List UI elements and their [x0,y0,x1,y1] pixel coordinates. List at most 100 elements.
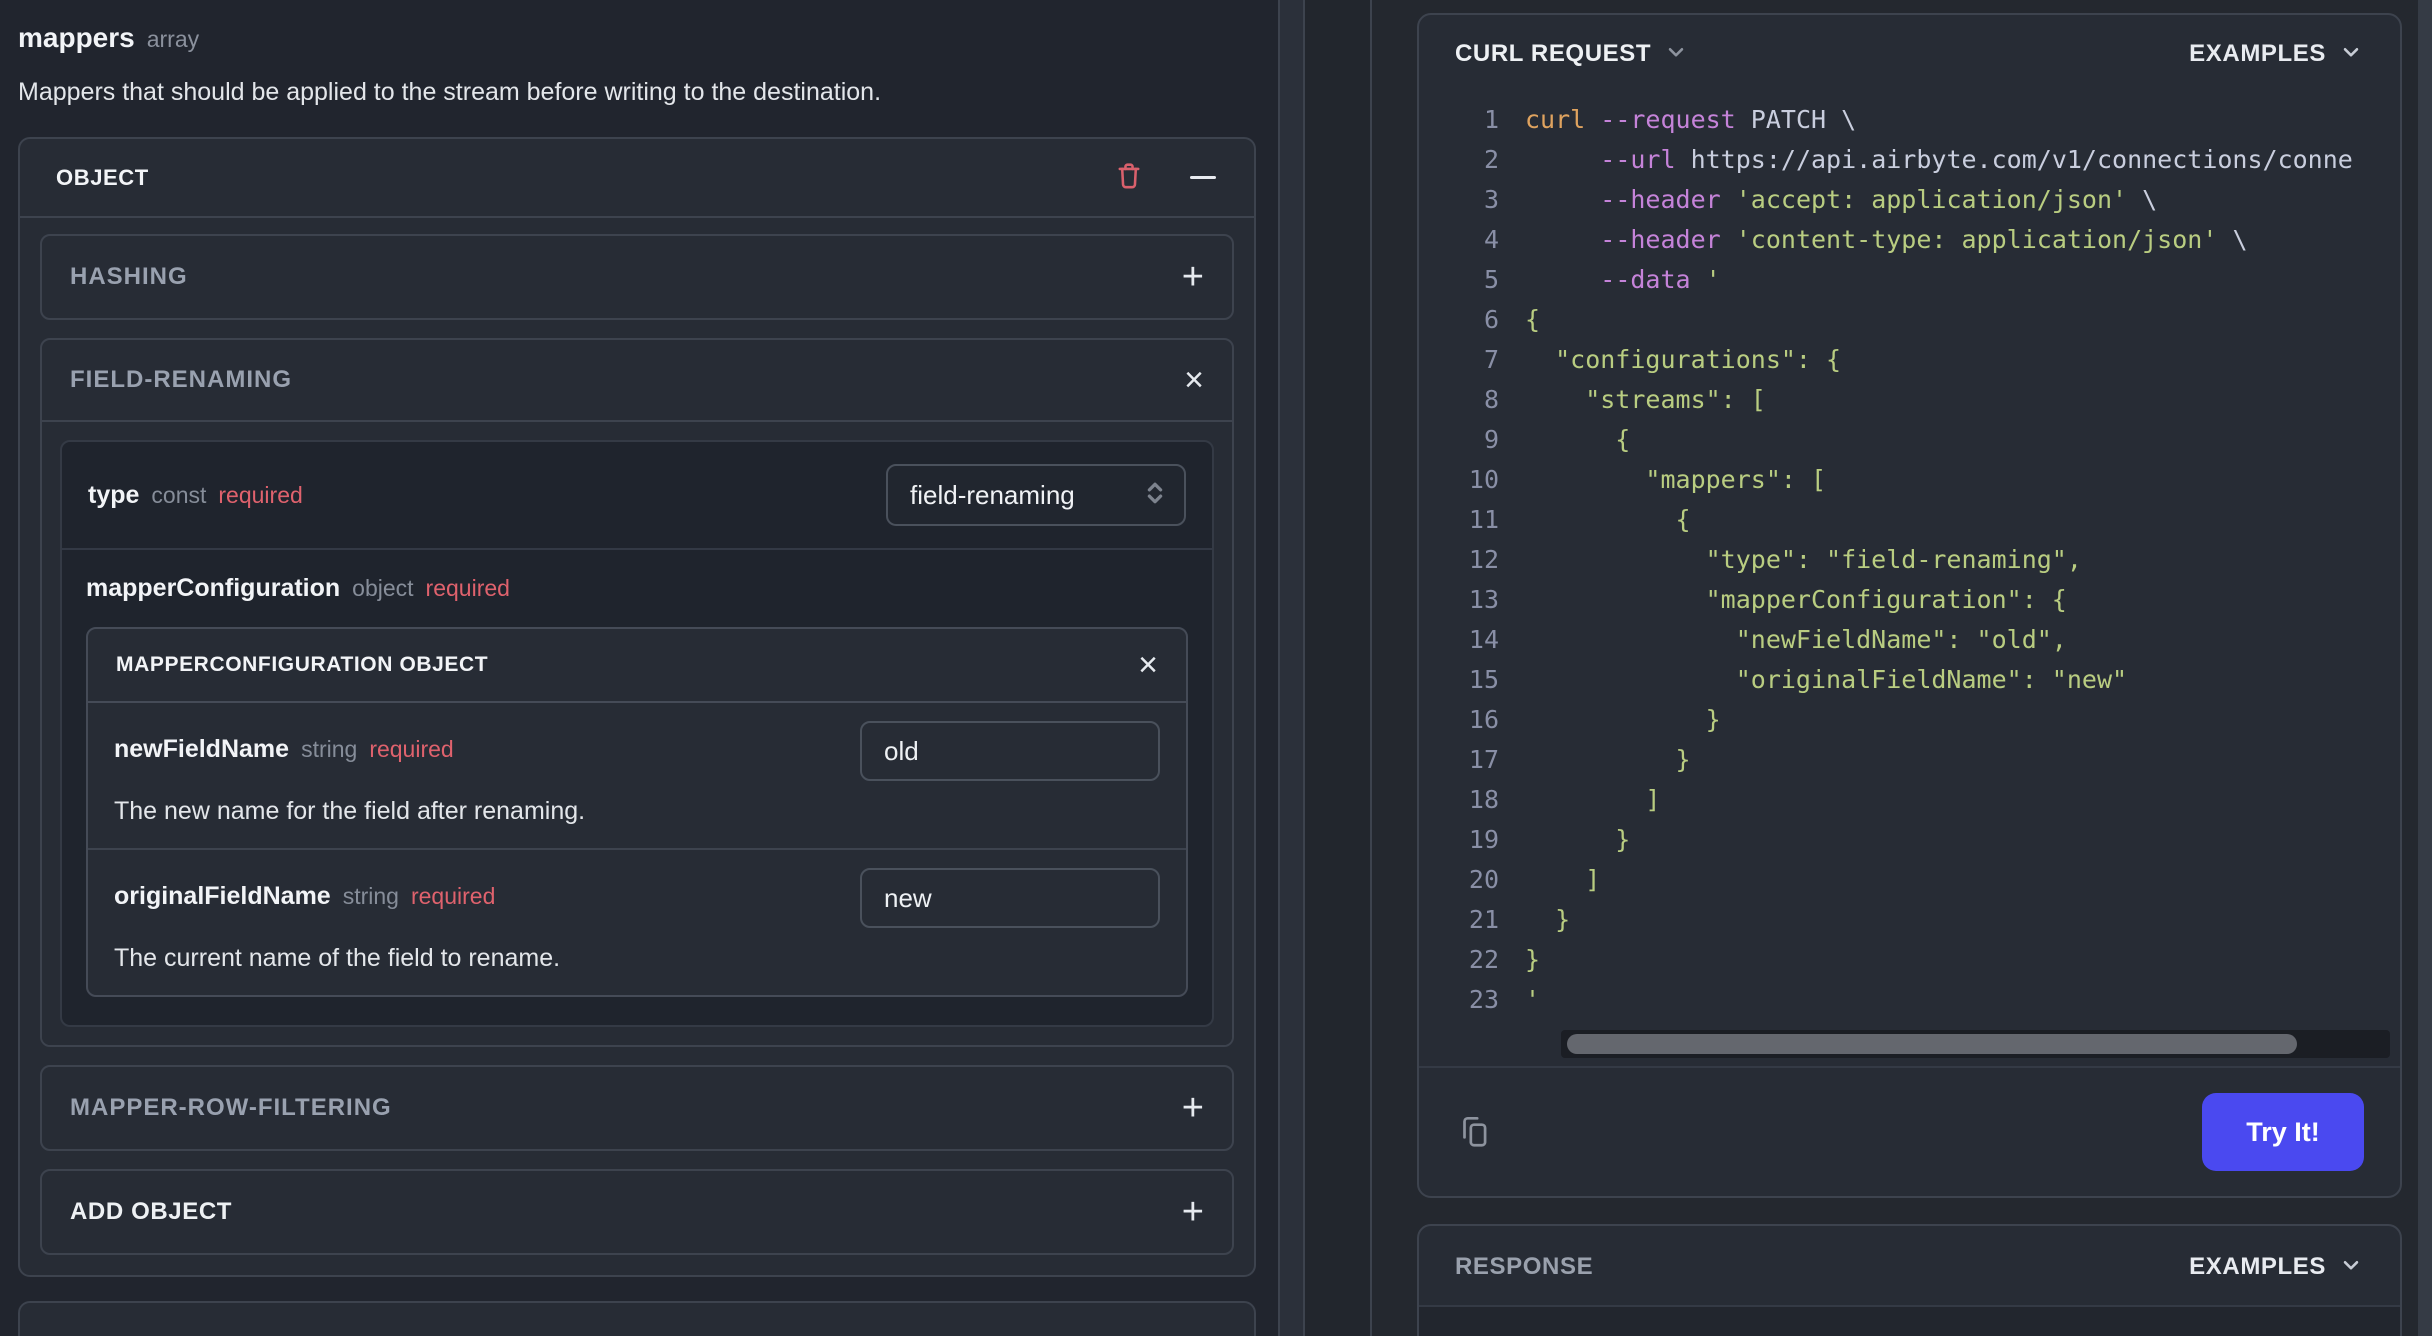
response-examples-dropdown[interactable]: EXAMPLES [2189,1252,2364,1281]
original-field-description: The current name of the field to rename. [114,944,561,972]
code-line: 6{ [1483,305,1541,334]
mapper-row-filtering-section-row[interactable]: MAPPER-ROW-FILTERING + [40,1065,1234,1151]
new-field-kind: string [301,736,358,762]
code-line: 20 ] [1468,865,1601,894]
response-examples-label: EXAMPLES [2189,1252,2326,1280]
field-description: Mappers that should be applied to the st… [18,78,882,106]
type-name: type [88,480,140,509]
curl-request-footer: Try It! [1419,1066,2400,1196]
trash-icon [1112,159,1146,196]
code-line: 21 } [1468,905,1571,934]
code-line: 15 "originalFieldName": "new" [1468,665,2128,694]
code-line: 14 "newFieldName": "old", [1468,625,2067,654]
code-line: 8 "streams": [ [1483,385,1766,414]
request-examples-label: EXAMPLES [2189,39,2326,67]
object-card-actions [1112,159,1216,196]
stepper-icon [1140,478,1170,513]
mapper-configuration-card: MAPPERCONFIGURATION OBJECT × newFieldNam… [86,627,1188,997]
code-line: 12 "type": "field-renaming", [1468,545,2082,574]
curl-request-header: CURL REQUEST EXAMPLES [1419,15,2400,88]
new-field-name: newFieldName [114,735,290,763]
code-line: 1 curl --request PATCH \ [1483,105,1857,134]
add-object-outer-row[interactable]: ADD OBJECT + [18,1301,1256,1336]
mapper-configuration-card-title: MAPPERCONFIGURATION OBJECT [116,653,489,676]
code-horizontal-scrollbar [1561,1030,2390,1058]
new-field-name-input[interactable] [860,721,1160,781]
object-card-header: OBJECT [20,139,1254,218]
original-field-kind: string [342,883,399,909]
new-field-name-label: newFieldName string required [114,735,454,764]
code-horizontal-scrollbar-thumb[interactable] [1567,1034,2297,1054]
code-line: 5 --data ' [1483,265,1721,294]
copy-code-button[interactable] [1455,1112,1493,1153]
code-block: 1 curl --request PATCH \ 2 --url https://a… [1419,88,2400,1058]
field-type: array [146,26,200,52]
mapper-configuration-name: mapperConfiguration [86,574,341,602]
mapper-configuration-section: mapperConfiguration object required MAPP… [62,550,1212,1025]
close-icon[interactable]: × [1184,363,1204,397]
plus-icon[interactable]: + [1182,258,1204,296]
hashing-section-row[interactable]: HASHING + [40,234,1234,320]
code-line: 4 --header 'content-type: application/js… [1483,225,2248,254]
collapse-object-button[interactable] [1190,176,1216,179]
plus-icon[interactable]: + [1204,1332,1226,1336]
type-field-label: type const required [88,481,303,510]
code-line: 9 { [1483,425,1631,454]
mapper-configuration-card-header: MAPPERCONFIGURATION OBJECT × [88,629,1186,703]
new-field-description: The new name for the field after renamin… [114,797,586,825]
code-lines: 1 curl --request PATCH \ 2 --url https://a… [1455,100,2400,1020]
add-object-inner-label: ADD OBJECT [70,1198,233,1225]
code-line: 23 ' [1468,985,1541,1014]
field-heading: mappers array [18,22,1256,54]
new-field-name-row: newFieldName string required The new nam… [88,703,1186,848]
original-field-name-row: originalFieldName string required The cu… [88,848,1186,995]
original-field-name-label: originalFieldName string required [114,882,495,911]
request-examples-dropdown[interactable]: EXAMPLES [2189,39,2364,68]
response-title: RESPONSE [1455,1252,1594,1280]
field-renaming-body: type const required field-renaming mappe… [42,422,1232,1045]
code-line: 10 "mappers": [ [1468,465,1827,494]
field-renaming-header[interactable]: FIELD-RENAMING × [42,340,1232,422]
try-it-button[interactable]: Try It! [2202,1093,2364,1171]
curl-request-dropdown[interactable]: CURL REQUEST [1455,39,1689,68]
code-line: 2 --url https://api.airbyte.com/v1/conne… [1483,145,2353,174]
field-renaming-form: type const required field-renaming mappe… [60,440,1214,1027]
object-card-title: OBJECT [56,164,149,190]
object-card-body: HASHING + FIELD-RENAMING × type const re… [20,218,1254,1275]
original-field-name-input[interactable] [860,868,1160,928]
code-line: 19 } [1468,825,1631,854]
chevron-down-icon [2338,1252,2364,1281]
response-body [1419,1307,2400,1336]
delete-object-button[interactable] [1112,159,1146,196]
curl-request-title: CURL REQUEST [1455,39,1652,67]
plus-icon[interactable]: + [1182,1193,1204,1231]
type-select-value: field-renaming [910,479,1075,510]
field-renaming-card: FIELD-RENAMING × type const required fie… [40,338,1234,1047]
original-field-required-badge: required [410,883,496,909]
code-examples-panel: CURL REQUEST EXAMPLES 1 curl --request PA… [1372,0,2418,1336]
add-object-inner-row[interactable]: ADD OBJECT + [40,1169,1234,1255]
response-card: RESPONSE EXAMPLES [1417,1224,2402,1336]
schema-panel: mappers array Mappers that should be app… [0,0,1280,1336]
mapper-row-filtering-label: MAPPER-ROW-FILTERING [70,1094,392,1121]
code-line: 13 "mapperConfiguration": { [1468,585,2067,614]
response-header: RESPONSE EXAMPLES [1419,1226,2400,1307]
close-icon[interactable]: × [1138,648,1158,682]
code-line: 22} [1468,945,1541,974]
type-required-badge: required [218,481,303,508]
docs-column-scrollbar[interactable] [1280,0,1305,1336]
original-field-name: originalFieldName [114,882,331,910]
plus-icon[interactable]: + [1182,1089,1204,1127]
page-vertical-scrollbar[interactable] [2418,0,2432,1336]
mapper-configuration-required-badge: required [425,575,510,601]
chevron-down-icon [2338,39,2364,68]
chevron-down-icon [1663,39,1689,68]
object-card: OBJECT HASHING + FIELD-RENAMING × type c… [18,137,1256,1277]
type-field-row: type const required field-renaming [62,442,1212,550]
field-name: mappers [18,22,135,53]
minus-icon [1190,176,1216,179]
curl-request-card: CURL REQUEST EXAMPLES 1 curl --request PA… [1417,13,2402,1198]
type-select[interactable]: field-renaming [886,464,1186,526]
code-line: 16 } [1468,705,1721,734]
column-gutter [1305,0,1372,1336]
